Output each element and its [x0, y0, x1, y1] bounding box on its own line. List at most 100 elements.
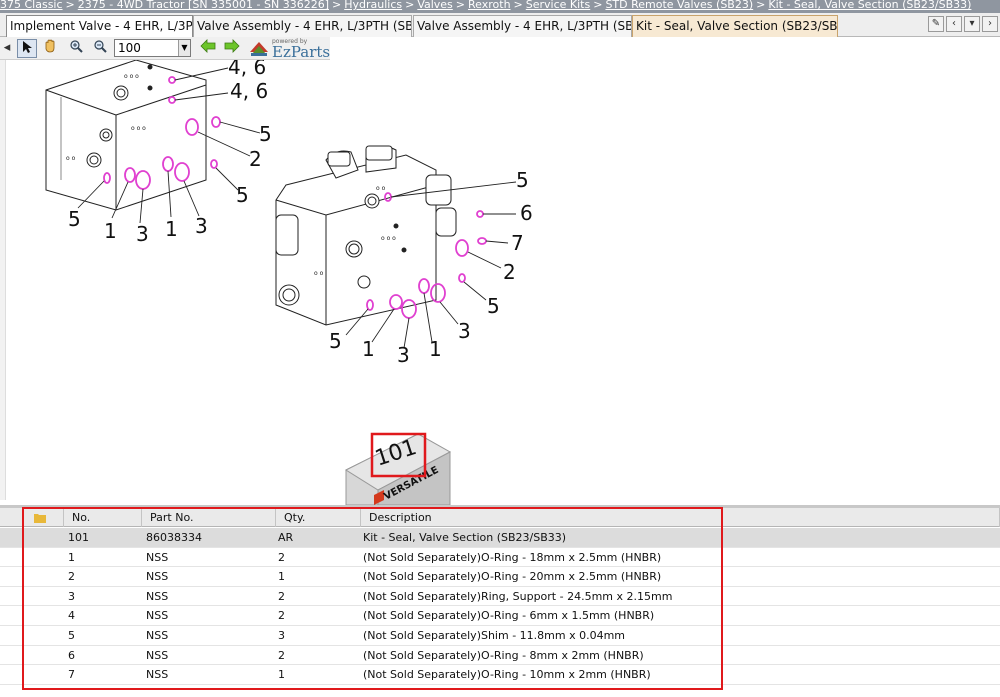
document-tab-bar: Implement Valve - 4 EHR, L/3PTH Valve As… — [0, 13, 1000, 37]
cell-no: 3 — [68, 589, 75, 603]
breadcrumb-separator: > — [756, 0, 766, 11]
table-row[interactable]: 3 NSS 2 (Not Sold Separately)Ring, Suppo… — [0, 587, 1000, 607]
tab-kit-seal[interactable]: Kit - Seal, Valve Section (SB23/SB33) — [632, 15, 838, 37]
cell-qty: 2 — [278, 589, 285, 603]
breadcrumb-item[interactable]: Service Kits — [526, 0, 590, 11]
zoom-out-icon[interactable] — [90, 39, 110, 58]
callout-3[interactable]: 3 — [195, 214, 208, 238]
callout-5[interactable]: 5 — [68, 207, 81, 231]
callout-5[interactable]: 5 — [487, 294, 500, 318]
callout-4-6[interactable]: 4, 6 — [230, 79, 268, 103]
callout-5[interactable]: 5 — [516, 168, 529, 192]
svg-text:o o o: o o o — [131, 125, 146, 132]
breadcrumb-item[interactable]: Valves — [417, 0, 452, 11]
tab-valve-assembly-1[interactable]: Valve Assembly - 4 EHR, L/3PTH (SB33) — [193, 15, 412, 37]
breadcrumb-separator: > — [513, 0, 523, 11]
column-header-no[interactable]: No. — [64, 508, 142, 527]
table-row[interactable]: 5 NSS 3 (Not Sold Separately)Shim - 11.8… — [0, 626, 1000, 646]
callout-6[interactable]: 6 — [520, 201, 533, 225]
callout-3[interactable]: 3 — [136, 222, 149, 246]
callout-1[interactable]: 1 — [429, 337, 442, 361]
cell-qty: 2 — [278, 609, 285, 623]
table-row-101[interactable]: 101 86038334 AR Kit - Seal, Valve Sectio… — [0, 528, 1000, 548]
table-row[interactable]: 2 NSS 1 (Not Sold Separately)O-Ring - 20… — [0, 567, 1000, 587]
table-header: No. Part No. Qty. Description — [0, 508, 1000, 527]
zoom-level-value: 100 — [118, 41, 141, 55]
cell-qty: AR — [278, 531, 294, 544]
table-row[interactable]: 7 NSS 1 (Not Sold Separately)O-Ring - 10… — [0, 665, 1000, 685]
callout-1[interactable]: 1 — [165, 217, 178, 241]
callout-7[interactable]: 7 — [511, 231, 524, 255]
breadcrumb-separator: > — [405, 0, 415, 11]
breadcrumb-separator: > — [593, 0, 603, 11]
svg-text:o o o: o o o — [381, 235, 396, 242]
tab-controls: ✎ ‹ ▾ › — [928, 16, 998, 32]
callout-3[interactable]: 3 — [397, 343, 410, 367]
callout-3[interactable]: 3 — [458, 319, 471, 343]
pan-hand-icon[interactable] — [40, 39, 60, 58]
zoom-in-icon[interactable] — [66, 39, 86, 58]
breadcrumb-item[interactable]: 375 Classic — [0, 0, 63, 11]
cell-qty: 3 — [278, 629, 285, 642]
pointer-tool-icon[interactable] — [17, 39, 37, 58]
cell-no: 101 — [68, 531, 89, 544]
callout-4-6[interactable]: 4, 6 — [228, 60, 266, 79]
table-row[interactable]: 4 NSS 2 (Not Sold Separately)O-Ring - 6m… — [0, 606, 1000, 626]
cell-description: (Not Sold Separately)Shim - 11.8mm x 0.0… — [363, 629, 626, 642]
pin-icon[interactable]: ✎ — [928, 16, 944, 32]
callout-5[interactable]: 5 — [236, 183, 249, 207]
ezparts-logo: powered by EzParts — [248, 38, 331, 61]
callout-2[interactable]: 2 — [249, 147, 262, 171]
breadcrumb: 375 Classic >2375 - 4WD Tractor [SN 33500… — [0, 0, 1000, 13]
logo-name: EzParts — [272, 43, 331, 61]
column-header-qty[interactable]: Qty. — [276, 508, 361, 527]
table-row[interactable]: 1 NSS 2 (Not Sold Separately)O-Ring - 18… — [0, 548, 1000, 568]
cell-description: (Not Sold Separately)O-Ring - 10mm x 2mm… — [363, 668, 651, 682]
cell-qty: 1 — [278, 570, 285, 584]
cell-description: (Not Sold Separately)Ring, Support - 24.… — [363, 589, 673, 603]
parts-drawing-canvas[interactable]: o o o o o o o o o o o o o o o 4, 6 4, 6 … — [6, 60, 1000, 505]
breadcrumb-separator: > — [455, 0, 466, 11]
chevron-left-icon[interactable]: ‹ — [946, 16, 962, 32]
svg-text:o o: o o — [314, 270, 324, 277]
cell-part-no: NSS — [146, 609, 169, 623]
svg-text:o o: o o — [66, 155, 76, 162]
breadcrumb-item[interactable]: 2375 - 4WD Tractor [SN 335001 - SN 33622… — [78, 0, 329, 11]
chevron-right-icon[interactable]: › — [982, 16, 998, 32]
breadcrumb-item[interactable]: Hydraulics — [344, 0, 402, 11]
breadcrumb-item[interactable]: Kit - Seal, Valve Section (SB23/SB33) — [768, 0, 971, 11]
cell-description: Kit - Seal, Valve Section (SB23/SB33) — [363, 531, 567, 544]
callout-5[interactable]: 5 — [259, 122, 272, 146]
callout-1[interactable]: 1 — [362, 337, 375, 361]
cell-description: (Not Sold Separately)O-Ring - 20mm x 2.5… — [363, 570, 662, 584]
column-header-part-no[interactable]: Part No. — [142, 508, 276, 527]
callout-2[interactable]: 2 — [503, 260, 516, 284]
list-icon[interactable]: ▾ — [964, 16, 980, 32]
back-arrow-icon[interactable] — [198, 39, 218, 58]
cell-no: 7 — [68, 668, 75, 682]
table-row[interactable]: 6 NSS 2 (Not Sold Separately)O-Ring - 8m… — [0, 646, 1000, 666]
cell-no: 1 — [68, 550, 75, 564]
drawing-toolbar: ◂ 100 ▼ powered by EzParts — [0, 37, 331, 61]
tab-valve-assembly-2[interactable]: Valve Assembly - 4 EHR, L/3PTH (SB33) — [413, 15, 632, 37]
svg-text:o o: o o — [376, 185, 386, 192]
cell-part-no: NSS — [146, 550, 169, 564]
folder-icon — [34, 514, 46, 523]
column-header-icon[interactable] — [22, 508, 64, 527]
cell-no: 5 — [68, 629, 75, 642]
cell-part-no: NSS — [146, 668, 169, 682]
collapse-handle-icon[interactable]: ◂ — [2, 39, 12, 58]
breadcrumb-separator: > — [65, 0, 75, 11]
cell-part-no: NSS — [146, 570, 169, 584]
column-header-description[interactable]: Description — [361, 508, 1000, 527]
cell-description: (Not Sold Separately)O-Ring - 8mm x 2mm … — [363, 648, 644, 662]
tab-implement-valve[interactable]: Implement Valve - 4 EHR, L/3PTH — [6, 15, 193, 37]
cell-no: 2 — [68, 570, 75, 584]
breadcrumb-item[interactable]: Rexroth — [468, 0, 511, 11]
breadcrumb-item[interactable]: STD Remote Valves (SB23) — [605, 0, 753, 11]
callout-5[interactable]: 5 — [329, 329, 342, 353]
callout-1[interactable]: 1 — [104, 219, 117, 243]
forward-arrow-icon[interactable] — [222, 39, 242, 58]
chevron-down-icon[interactable]: ▼ — [178, 40, 190, 56]
zoom-level-select[interactable]: 100 ▼ — [114, 39, 191, 57]
